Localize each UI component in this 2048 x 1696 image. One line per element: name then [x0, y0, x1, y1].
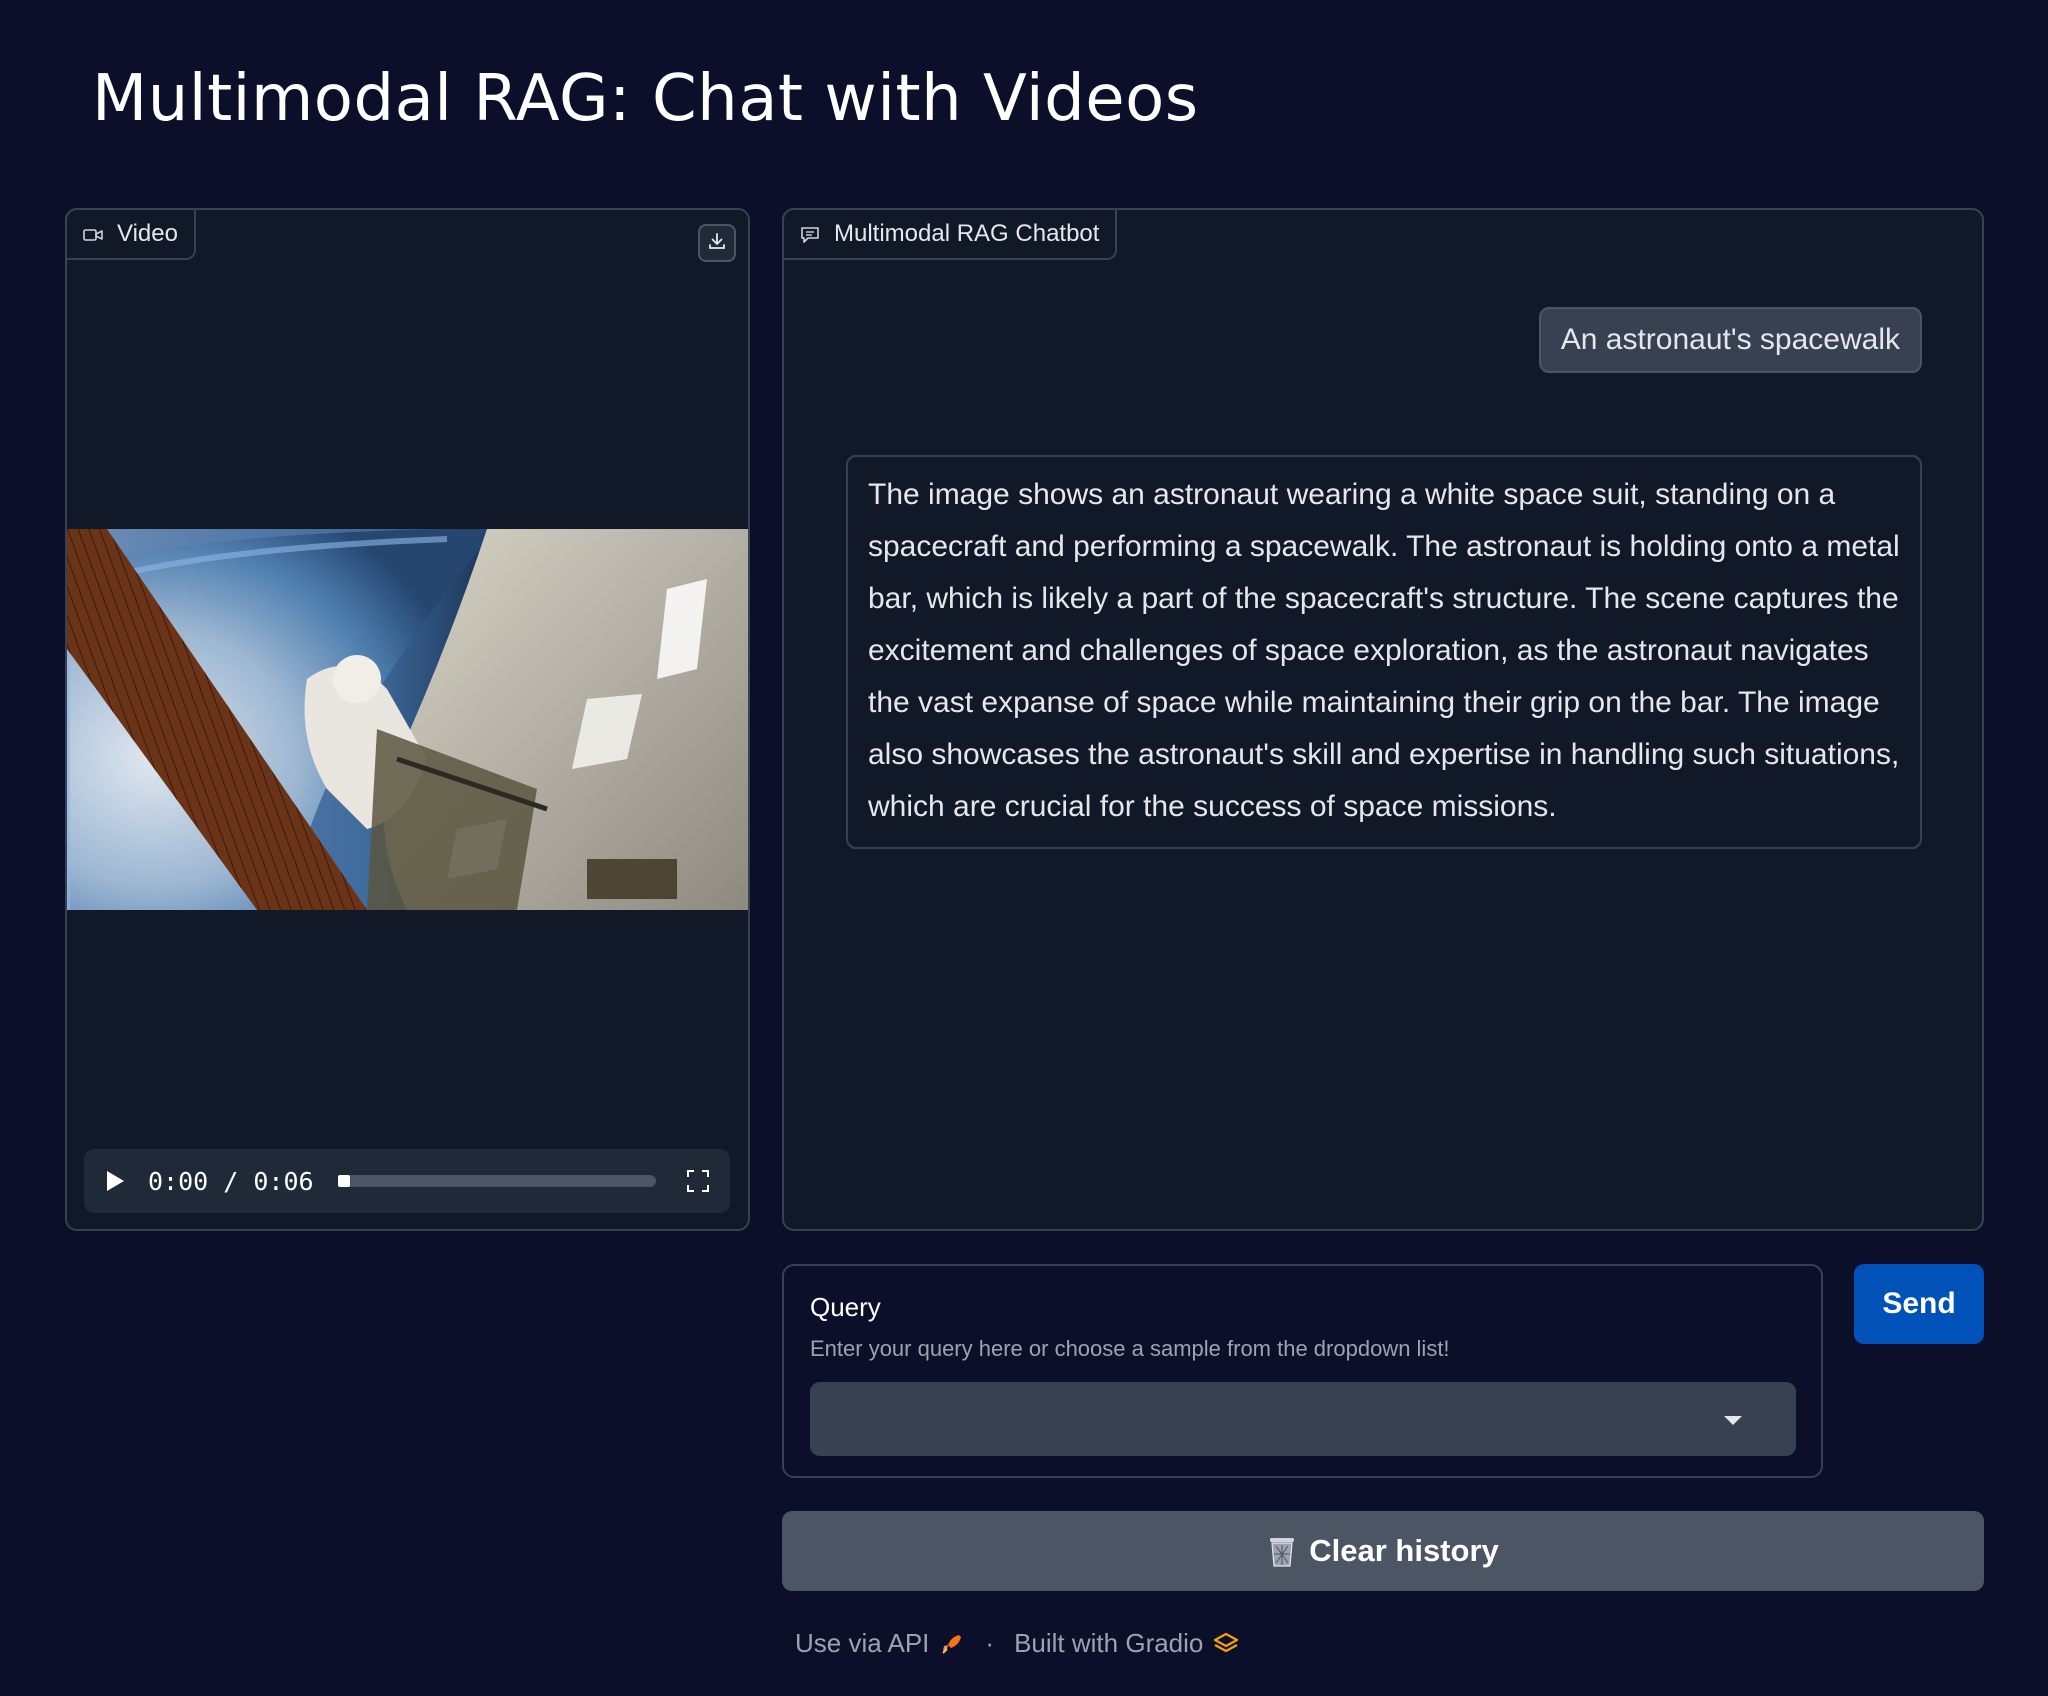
chevron-down-icon[interactable] [1724, 1416, 1742, 1425]
video-time: 0:00 / 0:06 [148, 1166, 314, 1196]
send-button[interactable]: Send [1854, 1264, 1984, 1344]
query-block: Query Enter your query here or choose a … [782, 1264, 1823, 1478]
chatbot-label: Multimodal RAG Chatbot [782, 208, 1118, 260]
video-controls: 0:00 / 0:06 [84, 1149, 730, 1213]
video-progress-fill [337, 1175, 351, 1187]
use-via-api-link[interactable]: Use via API [795, 1628, 929, 1659]
bot-message: The image shows an astronaut wearing a w… [846, 455, 1922, 849]
video-frame[interactable] [67, 529, 748, 910]
video-label: Video [65, 208, 196, 260]
built-with-gradio-link[interactable]: Built with Gradio [1014, 1628, 1203, 1659]
gradio-logo-icon [1213, 1631, 1239, 1657]
footer: Use via API · Built with Gradio [795, 1628, 1239, 1659]
page-title: Multimodal RAG: Chat with Videos [92, 62, 1199, 136]
video-panel: Video 0:00 / 0:06 [65, 208, 750, 1231]
chatbot-panel: Multimodal RAG Chatbot An astronaut's sp… [782, 208, 1984, 1231]
footer-separator: · [985, 1628, 995, 1658]
play-icon[interactable] [104, 1169, 126, 1193]
video-camera-icon [83, 224, 103, 244]
query-label: Query [810, 1292, 881, 1322]
clear-history-button[interactable]: Clear history [782, 1511, 1984, 1591]
chatbot-label-text: Multimodal RAG Chatbot [834, 220, 1100, 247]
rocket-icon [939, 1631, 965, 1657]
video-progress-bar[interactable] [337, 1175, 656, 1187]
chat-icon [800, 224, 820, 244]
download-button[interactable] [698, 224, 736, 262]
video-frame-image [67, 529, 748, 910]
download-icon [707, 231, 727, 255]
clear-history-label: Clear history [1309, 1533, 1499, 1568]
query-dropdown[interactable] [810, 1382, 1796, 1456]
video-label-text: Video [117, 220, 178, 247]
fullscreen-icon[interactable] [686, 1169, 710, 1193]
user-message: An astronaut's spacewalk [1538, 307, 1922, 373]
query-info: Enter your query here or choose a sample… [810, 1336, 1450, 1361]
trash-icon [1267, 1534, 1297, 1568]
